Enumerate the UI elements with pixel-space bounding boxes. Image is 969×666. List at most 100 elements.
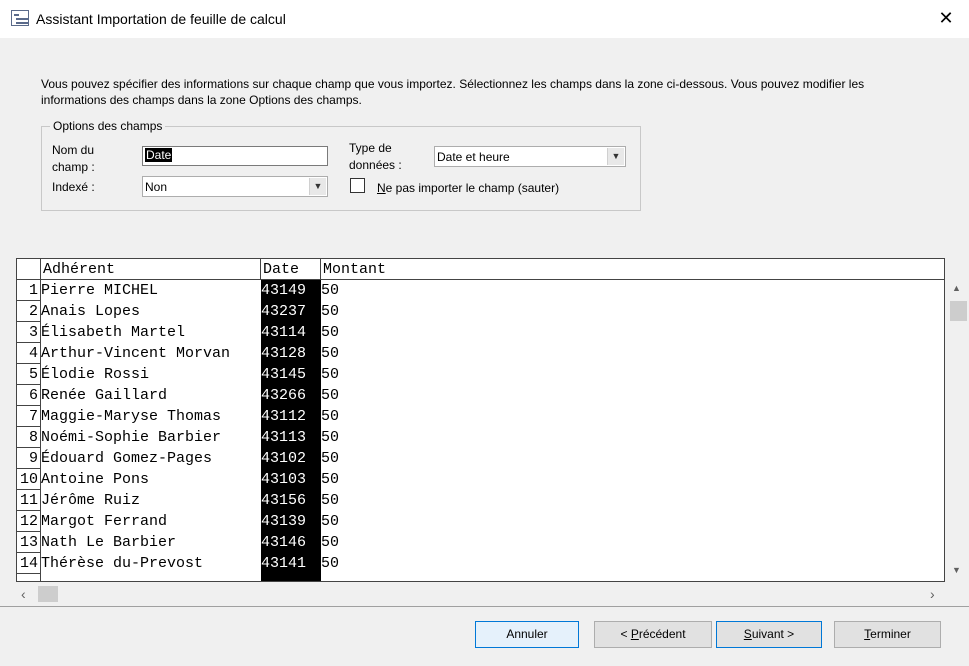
skip-field-label[interactable]: Ne pas importer le champ (sauter) bbox=[377, 180, 559, 196]
date-cell: 43103 bbox=[261, 469, 321, 490]
previous-button[interactable]: < Précédent bbox=[594, 621, 712, 648]
column-header-montant[interactable]: Montant bbox=[321, 259, 944, 280]
montant-cell: 50 bbox=[321, 513, 340, 530]
table-row[interactable]: 6 Renée Gaillard 43266 50 bbox=[17, 385, 944, 406]
row-number: 12 bbox=[17, 511, 41, 532]
table-row[interactable]: 2 Anais Lopes 43237 50 bbox=[17, 301, 944, 322]
row-number: 11 bbox=[17, 490, 41, 511]
row-number: 7 bbox=[17, 406, 41, 427]
adherent-cell: Margot Ferrand bbox=[41, 513, 168, 530]
footer-divider bbox=[0, 606, 969, 607]
scroll-left-icon[interactable]: ‹ bbox=[21, 586, 26, 602]
chevron-down-icon[interactable]: ▼ bbox=[309, 178, 326, 195]
next-button[interactable]: Suivant > bbox=[716, 621, 822, 648]
row-number: 9 bbox=[17, 448, 41, 469]
date-cell: 43145 bbox=[261, 364, 321, 385]
montant-cell: 50 bbox=[321, 303, 340, 320]
montant-cell: 50 bbox=[321, 324, 340, 341]
spreadsheet-icon bbox=[11, 10, 29, 26]
table-row[interactable]: 4 Arthur-Vincent Morvan 43128 50 bbox=[17, 343, 944, 364]
chevron-down-icon[interactable]: ▼ bbox=[607, 148, 624, 165]
skip-field-checkbox[interactable] bbox=[350, 178, 365, 193]
adherent-cell: Élisabeth Martel bbox=[41, 324, 186, 341]
montant-cell: 50 bbox=[321, 534, 340, 551]
horizontal-scrollbar[interactable]: ‹ › bbox=[16, 584, 945, 604]
row-number bbox=[17, 574, 41, 581]
adherent-cell: Anais Lopes bbox=[41, 303, 141, 320]
montant-cell: 50 bbox=[321, 345, 340, 362]
indexed-select[interactable]: Non ▼ bbox=[142, 176, 328, 197]
row-number: 10 bbox=[17, 469, 41, 490]
scroll-right-icon[interactable]: › bbox=[930, 586, 935, 602]
montant-cell: 50 bbox=[321, 450, 340, 467]
grid-header: Adhérent Date Montant bbox=[17, 259, 944, 280]
table-row[interactable]: 12 Margot Ferrand 43139 50 bbox=[17, 511, 944, 532]
table-row[interactable]: 9 Édouard Gomez-Pages 43102 50 bbox=[17, 448, 944, 469]
table-row[interactable]: 5 Élodie Rossi 43145 50 bbox=[17, 364, 944, 385]
field-name-label-line2: champ : bbox=[52, 160, 95, 174]
row-number: 14 bbox=[17, 553, 41, 574]
date-cell: 43113 bbox=[261, 427, 321, 448]
adherent-cell: Thérèse du-Prevost bbox=[41, 555, 204, 572]
adherent-cell: Nath Le Barbier bbox=[41, 534, 177, 551]
indexed-label: Indexé : bbox=[52, 180, 95, 194]
table-row-partial bbox=[17, 574, 944, 581]
table-row[interactable]: 1 Pierre MICHEL 43149 50 bbox=[17, 280, 944, 301]
column-header-adherent[interactable]: Adhérent bbox=[41, 259, 261, 280]
montant-cell: 50 bbox=[321, 282, 340, 299]
field-options-group: Options des champs bbox=[41, 119, 641, 211]
adherent-cell: Édouard Gomez-Pages bbox=[41, 450, 213, 467]
table-row[interactable]: 14 Thérèse du-Prevost 43141 50 bbox=[17, 553, 944, 574]
adherent-cell: Antoine Pons bbox=[41, 471, 150, 488]
montant-cell: 50 bbox=[321, 408, 340, 425]
instructions-text: Vous pouvez spécifier des informations s… bbox=[41, 77, 865, 107]
field-name-value: Date bbox=[145, 148, 173, 162]
row-number: 13 bbox=[17, 532, 41, 553]
finish-button[interactable]: Terminer bbox=[834, 621, 941, 648]
montant-cell: 50 bbox=[321, 492, 340, 509]
close-button[interactable]: ✕ bbox=[923, 0, 969, 38]
row-number-header bbox=[17, 259, 41, 280]
adherent-cell: Arthur-Vincent Morvan bbox=[41, 345, 231, 362]
montant-cell: 50 bbox=[321, 387, 340, 404]
adherent-cell: Maggie-Maryse Thomas bbox=[41, 408, 222, 425]
window-title: Assistant Importation de feuille de calc… bbox=[36, 11, 286, 27]
field-options-label: Options des champs bbox=[50, 119, 166, 133]
date-cell: 43146 bbox=[261, 532, 321, 553]
data-type-value: Date et heure bbox=[437, 150, 510, 164]
date-cell: 43237 bbox=[261, 301, 321, 322]
table-row[interactable]: 3 Élisabeth Martel 43114 50 bbox=[17, 322, 944, 343]
table-row[interactable]: 7 Maggie-Maryse Thomas 43112 50 bbox=[17, 406, 944, 427]
scroll-up-icon[interactable]: ▲ bbox=[952, 283, 961, 293]
cancel-button[interactable]: Annuler bbox=[475, 621, 579, 648]
adherent-cell: Jérôme Ruiz bbox=[41, 492, 141, 509]
vertical-scroll-thumb[interactable] bbox=[950, 301, 967, 321]
montant-cell: 50 bbox=[321, 555, 340, 572]
data-preview-grid[interactable]: Adhérent Date Montant 1 Pierre MICHEL 4314… bbox=[16, 258, 945, 582]
row-number: 4 bbox=[17, 343, 41, 364]
data-type-label-line2: données : bbox=[349, 158, 402, 172]
horizontal-scroll-thumb[interactable] bbox=[38, 586, 58, 602]
adherent-cell: Renée Gaillard bbox=[41, 387, 168, 404]
vertical-scrollbar[interactable]: ▲ ▼ bbox=[947, 279, 969, 581]
adherent-cell: Noémi-Sophie Barbier bbox=[41, 429, 222, 446]
data-type-label-line1: Type de bbox=[349, 141, 392, 155]
table-row[interactable]: 8 Noémi-Sophie Barbier 43113 50 bbox=[17, 427, 944, 448]
table-row[interactable]: 10 Antoine Pons 43103 50 bbox=[17, 469, 944, 490]
table-row[interactable]: 11 Jérôme Ruiz 43156 50 bbox=[17, 490, 944, 511]
date-cell: 43102 bbox=[261, 448, 321, 469]
scroll-down-icon[interactable]: ▼ bbox=[952, 565, 961, 575]
date-cell: 43266 bbox=[261, 385, 321, 406]
column-header-date[interactable]: Date bbox=[261, 259, 321, 280]
montant-cell: 50 bbox=[321, 471, 340, 488]
date-cell: 43156 bbox=[261, 490, 321, 511]
row-number: 5 bbox=[17, 364, 41, 385]
row-number: 6 bbox=[17, 385, 41, 406]
date-cell: 43149 bbox=[261, 280, 321, 301]
date-cell: 43128 bbox=[261, 343, 321, 364]
field-name-label-line1: Nom du bbox=[52, 143, 95, 157]
data-type-select[interactable]: Date et heure ▼ bbox=[434, 146, 626, 167]
field-name-input[interactable]: Date bbox=[142, 146, 328, 166]
table-row[interactable]: 13 Nath Le Barbier 43146 50 bbox=[17, 532, 944, 553]
montant-cell: 50 bbox=[321, 429, 340, 446]
